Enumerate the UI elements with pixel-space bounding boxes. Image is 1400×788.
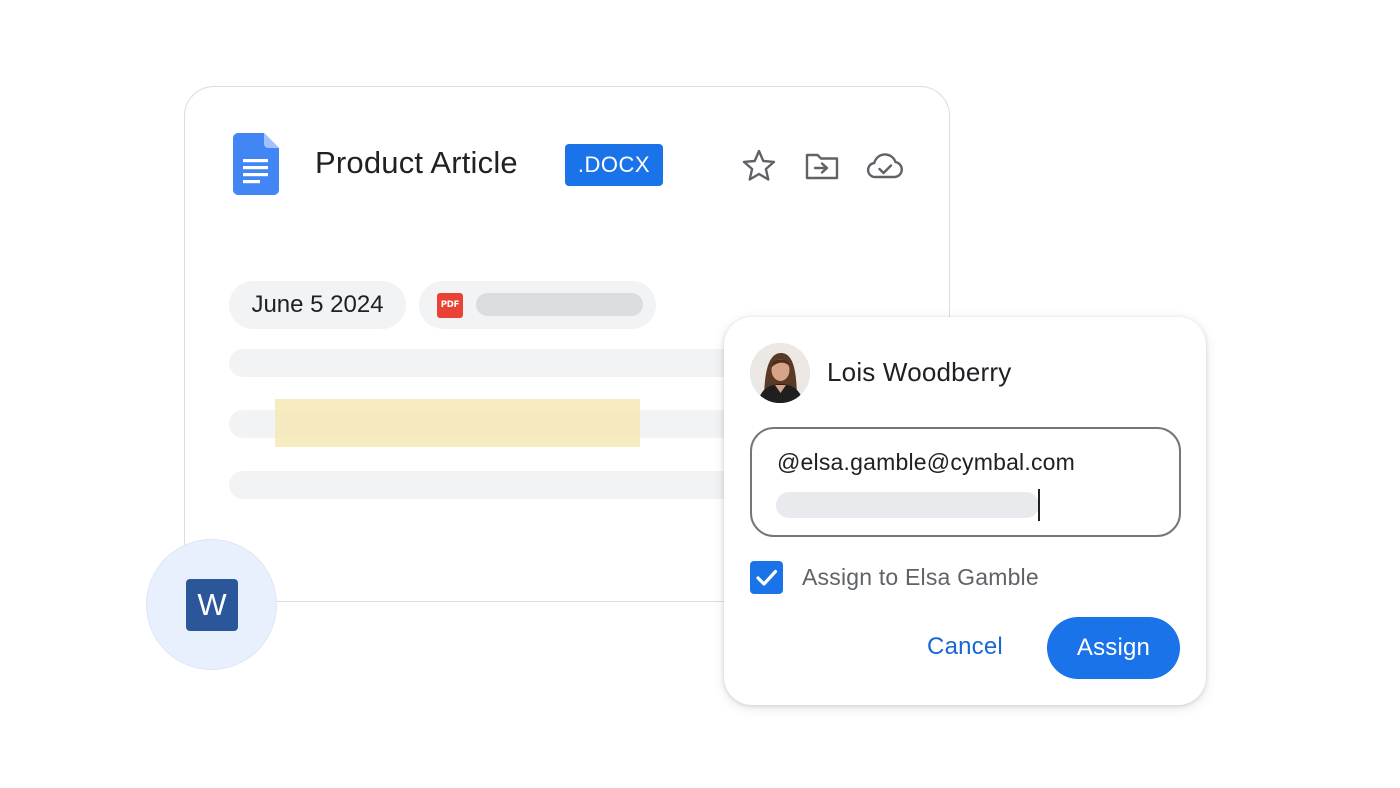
avatar	[750, 343, 810, 403]
star-icon[interactable]	[739, 146, 779, 186]
mention-text: @elsa.gamble@cymbal.com	[777, 449, 1076, 475]
document-title: Product Article	[315, 145, 518, 180]
text-line-placeholder	[229, 349, 789, 377]
pdf-attachment-chip[interactable]: PDF	[419, 281, 656, 329]
text-highlight	[275, 399, 640, 447]
microsoft-word-icon: W	[186, 579, 238, 631]
filename-placeholder	[476, 293, 643, 316]
cloud-done-icon[interactable]	[865, 146, 905, 186]
cancel-button[interactable]: Cancel	[910, 617, 1020, 677]
comment-input[interactable]: @elsa.gamble@cymbal.com	[750, 427, 1181, 537]
file-extension-badge: .DOCX	[565, 144, 663, 186]
pdf-icon: PDF	[437, 293, 463, 318]
assign-checkbox[interactable]	[750, 561, 783, 594]
assign-dialog: Lois Woodberry @elsa.gamble@cymbal.com A…	[724, 317, 1206, 705]
word-file-badge: W	[146, 539, 277, 670]
text-cursor	[1038, 489, 1040, 521]
google-docs-icon	[233, 133, 279, 195]
text-line-placeholder	[229, 471, 789, 499]
assign-button[interactable]: Assign	[1047, 617, 1180, 679]
user-name: Lois Woodberry	[827, 357, 1012, 387]
move-to-folder-icon[interactable]	[802, 146, 842, 186]
date-chip[interactable]: June 5 2024	[229, 281, 406, 329]
assign-checkbox-label[interactable]: Assign to Elsa Gamble	[802, 564, 1039, 591]
typed-text-placeholder	[776, 492, 1039, 518]
